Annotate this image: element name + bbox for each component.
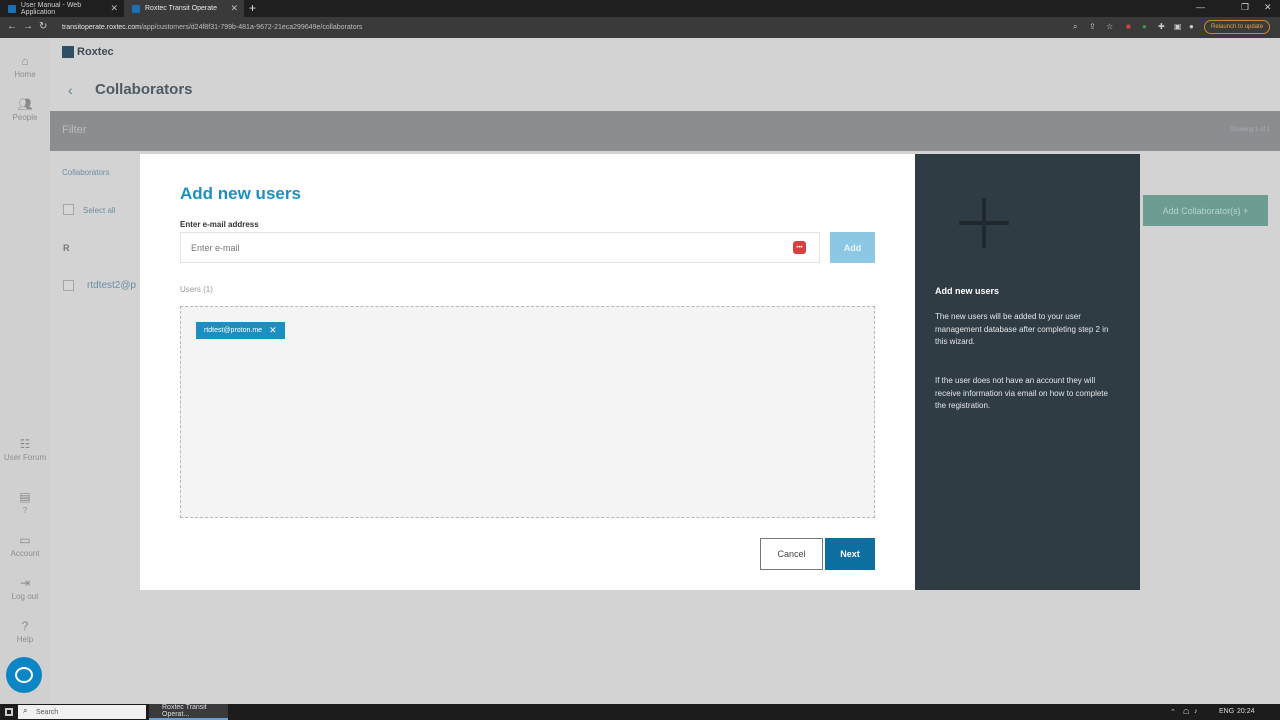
sidebar-item-label: User Forum xyxy=(3,453,47,462)
search-icon: ⌕ xyxy=(23,706,28,715)
people-icon: 👥︎ xyxy=(17,97,33,111)
sidebar-item-label: People xyxy=(12,113,38,122)
add-email-button[interactable]: Add xyxy=(830,232,875,263)
tray-chevron-icon[interactable]: ⌃ xyxy=(1170,708,1176,716)
card-icon: ▭ xyxy=(19,533,31,547)
collaborator-email[interactable]: rtdtest2@p xyxy=(87,280,136,291)
user-chip: rtdtest@proton.me ✕ xyxy=(196,322,285,339)
extension-icon[interactable]: ● xyxy=(1142,22,1147,31)
browser-tab[interactable]: User Manual - Web Application ✕ xyxy=(0,0,124,17)
side-panel-icon[interactable]: ▣ xyxy=(1174,22,1182,31)
brand-name: Roxtec xyxy=(77,46,114,58)
taskbar-search[interactable]: ⌕ Search xyxy=(18,705,146,719)
sidebar-item-label: Home xyxy=(14,70,36,79)
tray-network-icon[interactable]: ☖ xyxy=(1183,708,1189,716)
email-field-label: Enter e-mail address xyxy=(180,220,259,229)
os-taskbar: ⌕ Search Roxtec Transit Operat... ⌃ ☖ ♪ … xyxy=(0,704,1280,720)
browser-address-bar: ← → ↻ transitoperate.roxtec.com /app/cus… xyxy=(0,17,1280,38)
taskbar-app-label: Roxtec Transit Operat... xyxy=(162,704,207,718)
close-tab-icon[interactable]: ✕ xyxy=(110,3,118,14)
add-collaborators-button[interactable]: Add Collaborator(s) + xyxy=(1143,195,1268,226)
taskbar-app-chrome[interactable]: Roxtec Transit Operat... xyxy=(149,704,228,720)
password-manager-icon[interactable]: ■ xyxy=(1126,22,1131,31)
minimize-icon[interactable]: — xyxy=(1196,2,1205,12)
back-chevron-icon[interactable]: ‹ xyxy=(68,82,73,98)
users-count: Users (1) xyxy=(180,285,213,294)
users-dropzone: rtdtest@proton.me ✕ xyxy=(180,306,875,518)
reload-icon[interactable]: ↻ xyxy=(39,21,47,32)
modal-title: Add new users xyxy=(180,184,301,203)
sidebar-item-account[interactable]: ▭ Account xyxy=(0,533,50,558)
maximize-icon[interactable]: ❐ xyxy=(1241,2,1249,13)
url-path: /app/customers/d24f8f31-799b-481a-9672-2… xyxy=(140,24,363,31)
sidebar-item-help[interactable]: ? Help xyxy=(0,619,50,644)
windows-start-icon[interactable] xyxy=(5,708,13,716)
panel-paragraph-1: The new users will be added to your user… xyxy=(935,312,1109,346)
cancel-button[interactable]: Cancel xyxy=(760,538,823,570)
sidebar-item-label: Log out xyxy=(11,592,39,601)
tab-favicon-icon xyxy=(132,4,140,13)
url-host: transitoperate.roxtec.com xyxy=(62,24,141,31)
chat-launcher-button[interactable] xyxy=(6,657,42,693)
group-letter: R xyxy=(63,243,70,253)
sidebar-item-label: Help xyxy=(16,635,34,644)
password-manager-field-icon[interactable]: ••• xyxy=(793,241,806,254)
remove-user-icon[interactable]: ✕ xyxy=(269,325,277,336)
home-icon: ⌂ xyxy=(21,54,29,68)
filter-bar[interactable]: Filter Showing 1 of 1 xyxy=(50,111,1280,151)
email-input[interactable] xyxy=(180,232,820,263)
logout-icon: ⇥ xyxy=(19,576,31,590)
sidebar-item-people[interactable]: 👥︎ People xyxy=(0,97,50,122)
share-icon[interactable]: ⇪ xyxy=(1089,22,1096,31)
tray-volume-icon[interactable]: ♪ xyxy=(1194,708,1198,715)
sidebar-item-unknown[interactable]: ▤ ? xyxy=(0,490,50,515)
tab-title: Roxtec Transit Operate xyxy=(145,5,217,12)
browser-tab-active[interactable]: Roxtec Transit Operate ✕ xyxy=(124,0,244,17)
close-tab-icon[interactable]: ✕ xyxy=(230,3,238,14)
help-icon: ? xyxy=(21,619,29,633)
sidebar: ⌂ Home 👥︎ People ☷ User Forum ▤ ? ▭ Acco… xyxy=(0,38,50,704)
bookmark-star-icon[interactable]: ☆ xyxy=(1106,22,1113,31)
info-panel: Add new users The new users will be adde… xyxy=(915,154,1140,590)
filter-label: Filter xyxy=(62,124,87,136)
search-label: Search xyxy=(36,708,59,716)
chat-bubble-icon xyxy=(15,667,33,683)
tab-title: User Manual - Web Application xyxy=(20,1,82,16)
brand-logo: Roxtec xyxy=(62,46,114,58)
close-window-icon[interactable]: ✕ xyxy=(1264,2,1272,13)
next-button[interactable]: Next xyxy=(825,538,875,570)
page-title: Collaborators xyxy=(95,81,193,98)
panel-paragraph-2: If the user does not have an account the… xyxy=(935,376,1108,410)
tab-collaborators[interactable]: Collaborators xyxy=(62,168,110,177)
tray-language[interactable]: ENG xyxy=(1219,708,1234,715)
briefcase-icon: ▤ xyxy=(19,490,31,504)
row-checkbox[interactable] xyxy=(63,280,74,291)
new-tab-icon[interactable]: + xyxy=(249,1,256,15)
sidebar-item-label: ? xyxy=(22,506,28,515)
browser-tab-bar: User Manual - Web Application ✕ Roxtec T… xyxy=(0,0,1280,17)
showing-count: Showing 1 of 1 xyxy=(1230,127,1270,133)
select-all-label[interactable]: Select all xyxy=(83,206,115,215)
profile-avatar-icon[interactable]: ● xyxy=(1189,22,1194,31)
plus-icon-bar xyxy=(959,221,1009,225)
back-arrow-icon[interactable]: ← xyxy=(7,21,17,32)
sidebar-item-logout[interactable]: ⇥ Log out xyxy=(0,576,50,601)
zoom-icon[interactable]: ⌕ xyxy=(1073,22,1077,32)
roxtec-logo-icon xyxy=(62,46,74,58)
user-chip-email: rtdtest@proton.me xyxy=(204,327,263,334)
tab-favicon-icon xyxy=(8,4,16,13)
forward-arrow-icon[interactable]: → xyxy=(23,21,33,32)
sidebar-item-home[interactable]: ⌂ Home xyxy=(0,54,50,79)
sidebar-item-user-forum[interactable]: ☷ User Forum xyxy=(0,437,50,462)
relaunch-button[interactable]: Relaunch to update xyxy=(1204,20,1271,34)
panel-title: Add new users xyxy=(935,286,1000,296)
extensions-puzzle-icon[interactable]: ✚ xyxy=(1158,22,1165,31)
select-all-checkbox[interactable] xyxy=(63,204,74,215)
add-users-modal: Add new users Enter e-mail address ••• A… xyxy=(140,154,915,590)
url-field[interactable]: transitoperate.roxtec.com /app/customers… xyxy=(62,20,1072,35)
forum-icon: ☷ xyxy=(19,437,31,451)
sidebar-item-label: Account xyxy=(10,549,40,558)
tray-clock[interactable]: 20:24 xyxy=(1237,708,1255,715)
